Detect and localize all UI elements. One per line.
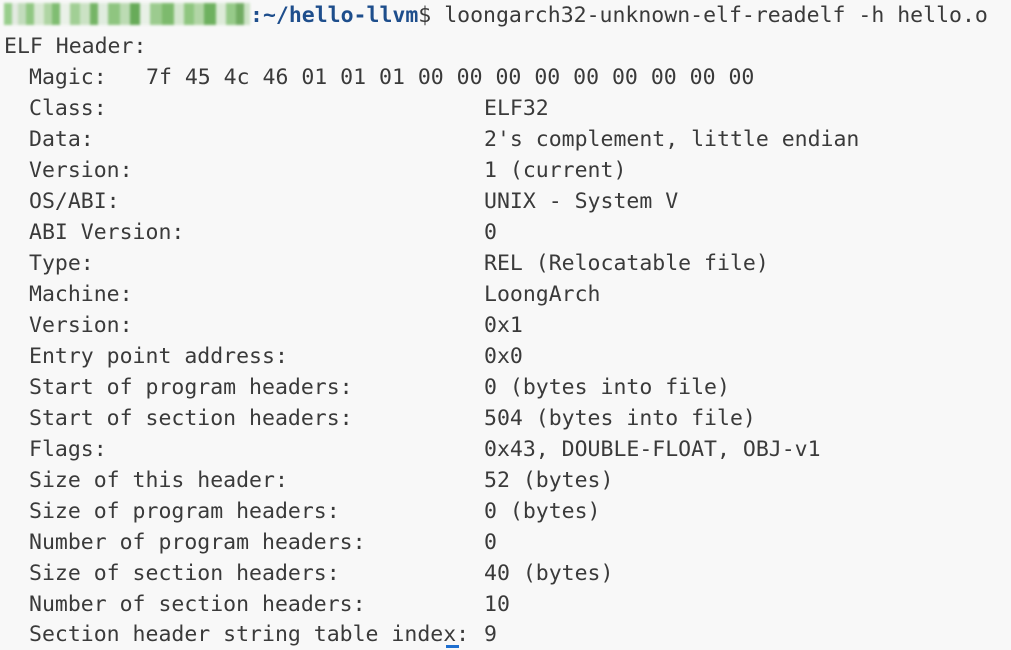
field-value: 2's complement, little endian	[484, 127, 860, 152]
field-label: Size of program headers:	[29, 499, 340, 524]
field-label: Version:	[29, 313, 133, 338]
field-label: Class:	[29, 96, 107, 121]
field-value: 52 (bytes)	[484, 468, 614, 493]
field-label: Entry point address:	[29, 344, 288, 369]
prompt-dollar: $	[418, 3, 432, 28]
field-value: 9	[484, 622, 497, 647]
field-value: 0x1	[484, 313, 523, 338]
field-label: Data:	[29, 127, 94, 152]
field-label: Version:	[29, 158, 133, 183]
field-label: OS/ABI:	[29, 189, 120, 214]
redacted-username	[4, 3, 250, 25]
magic-bytes: 7f 45 4c 46 01 01 01 00 00 00 00 00 00 0…	[146, 65, 755, 90]
field-value: 0x0	[484, 344, 523, 369]
field-label: Start of program headers:	[29, 375, 353, 400]
command-text: loongarch32-unknown-elf-readelf -h hello…	[431, 3, 988, 28]
magic-label: Magic:	[29, 65, 107, 90]
prompt-path: ~/hello-llvm	[262, 3, 419, 28]
field-value: REL (Relocatable file)	[484, 251, 769, 276]
command-prompt-line: :~/hello-llvm$ loongarch32-unknown-elf-r…	[4, 0, 988, 31]
field-label: Section header string table index:	[29, 622, 470, 647]
field-label: Machine:	[29, 282, 133, 307]
field-value: 504 (bytes into file)	[484, 406, 756, 431]
field-value: 0 (bytes into file)	[484, 375, 730, 400]
field-label: Size of section headers:	[29, 561, 340, 586]
elf-header-title: ELF Header:	[4, 34, 147, 59]
prompt-separator: :	[250, 3, 263, 28]
field-value: 1 (current)	[484, 158, 627, 183]
field-value: 0 (bytes)	[484, 499, 601, 524]
field-label: ABI Version:	[29, 220, 185, 245]
field-label: Number of program headers:	[29, 530, 366, 555]
field-label: Flags:	[29, 437, 107, 462]
field-label: Size of this header:	[29, 468, 288, 493]
terminal-window[interactable]: :~/hello-llvm$ loongarch32-unknown-elf-r…	[0, 0, 1011, 650]
field-value: LoongArch	[484, 282, 601, 307]
field-value: UNIX - System V	[484, 189, 679, 214]
field-value: ELF32	[484, 96, 549, 121]
field-value: 10	[484, 592, 510, 617]
field-label: Start of section headers:	[29, 406, 353, 431]
field-label: Type:	[29, 251, 94, 276]
field-value: 0	[484, 220, 497, 245]
text-cursor-underline	[446, 645, 459, 648]
field-value: 0	[484, 530, 497, 555]
field-value: 0x43, DOUBLE-FLOAT, OBJ-v1	[484, 437, 821, 462]
field-value: 40 (bytes)	[484, 561, 614, 586]
field-label: Number of section headers:	[29, 592, 366, 617]
